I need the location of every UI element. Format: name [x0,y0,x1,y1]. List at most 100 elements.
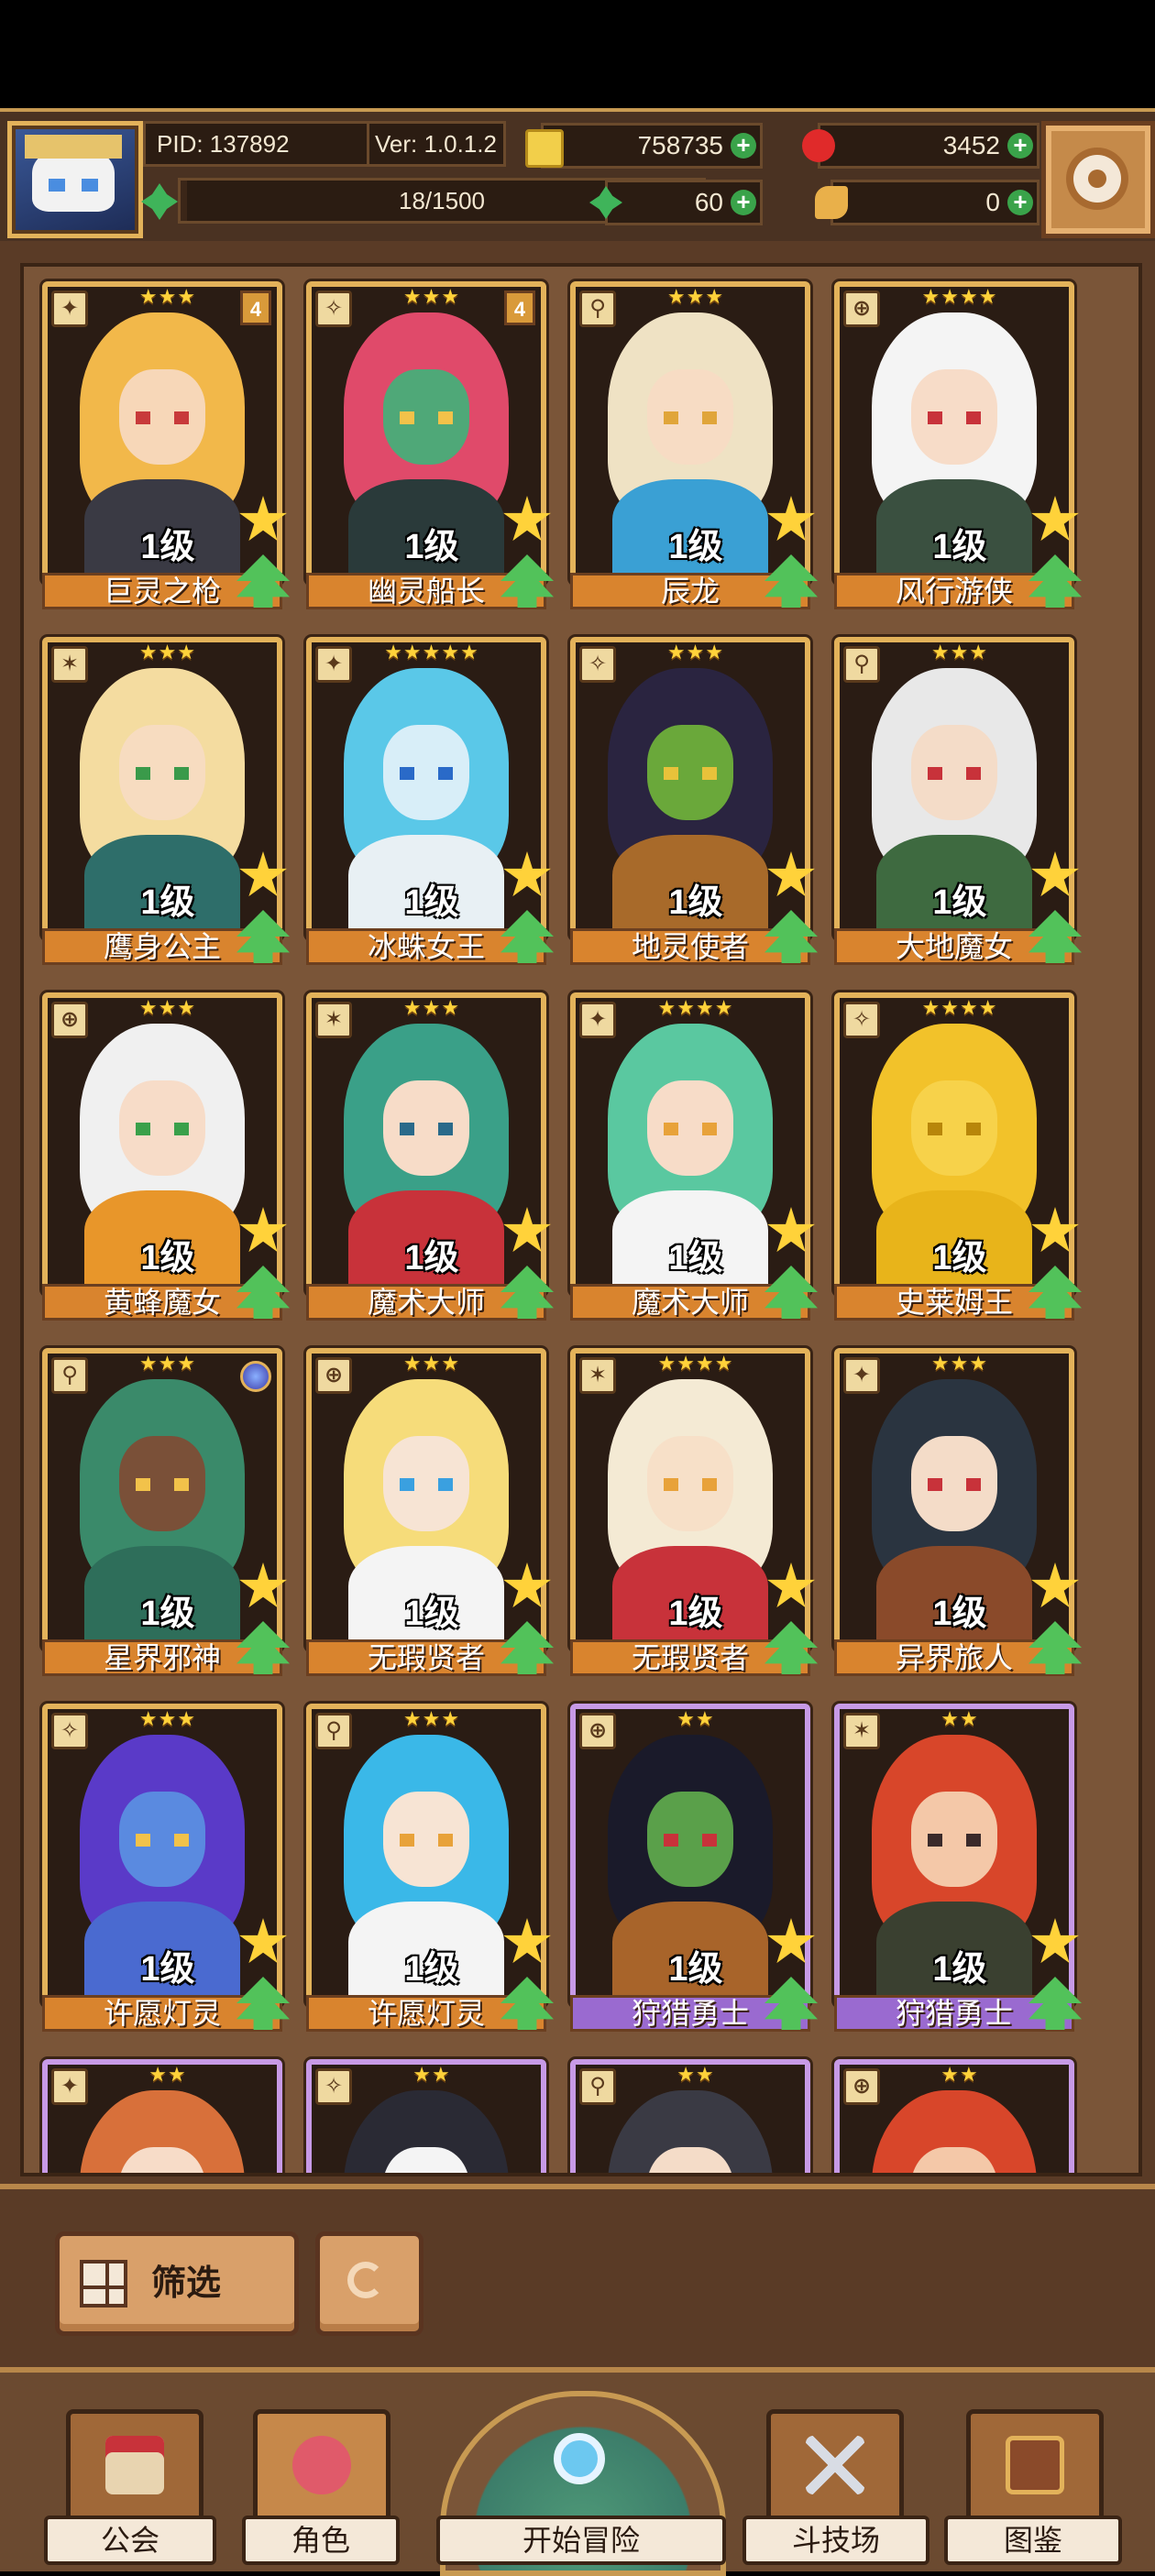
portrait-face [647,725,733,820]
hero-card[interactable]: ✦ ★★★ 4 1级 巨灵之枪 [42,281,290,609]
hero-level: 1级 [668,1239,723,1277]
refresh-button[interactable] [315,2231,424,2336]
hero-card[interactable]: ✧ ★★★ 1级 地灵使者 [570,637,818,965]
hero-level: 1级 [140,528,195,566]
portrait-eye [438,411,453,424]
filter-label: 筛选 [151,2264,222,2303]
hero-card-frame: ✦ ★★★★★ 1级 [306,637,546,939]
nav-label-arena[interactable]: 斗技场 [742,2516,930,2565]
hero-card[interactable]: ✶ ★★★★ 1级 无瑕贤者 [570,1348,818,1676]
hero-level: 1级 [932,1950,987,1989]
portrait-eye [400,1123,414,1135]
portrait-eye [702,1478,717,1491]
hero-card[interactable]: ⊕ ★★★ 1级 黄蜂魔女 [42,992,290,1321]
portrait-eye [928,767,942,780]
portrait-eye [966,767,981,780]
portrait-eye [928,1478,942,1491]
hero-level: 1级 [140,1595,195,1633]
portrait-face [911,1792,997,1887]
nav-label-guild[interactable]: 公会 [44,2516,216,2565]
portrait-eye [966,1834,981,1847]
hero-level: 1级 [140,1950,195,1989]
avatar-eye [49,179,65,192]
hero-card[interactable]: ✦ ★★★★★ 1级 冰蛛女王 [306,637,554,965]
hero-card[interactable]: ✧ ★★★ 4 1级 幽灵船长 [306,281,554,609]
portrait-face [647,369,733,465]
hero-card-frame: ⚲ ★★★ 1级 [834,637,1074,939]
hero-card[interactable]: ⚲ ★★★ 1级 大地魔女 [834,637,1082,965]
hero-rarity-stars: ★★★ [138,996,197,1019]
portrait-eye [702,767,717,780]
portrait-eye [928,1834,942,1847]
hero-level: 1级 [932,528,987,566]
hero-card[interactable]: ⊕ ★★★★ 1级 风行游侠 [834,281,1082,609]
crossed-swords-icon [806,2436,864,2494]
hero-level: 1级 [140,883,195,922]
hero-card[interactable]: ✶ ★★★ 1级 魔术大师 [306,992,554,1321]
hero-card[interactable]: ✦ ★★ [42,2059,282,2173]
hero-rarity-stars: ★★★ [138,641,197,663]
hero-element-orb-icon [240,1361,271,1392]
hero-card[interactable]: ⚲ ★★★ 1级 许愿灯灵 [306,1704,554,2032]
hero-card[interactable]: ✦ ★★★ 1级 异界旅人 [834,1348,1082,1676]
hero-card[interactable]: ✧ ★★ [306,2059,546,2173]
portrait-eye [400,1478,414,1491]
hero-card[interactable]: ⊕ ★★★ 1级 无瑕贤者 [306,1348,554,1676]
hero-card[interactable]: ⚲ ★★★ 1级 星界邪神 [42,1348,290,1676]
portrait-eye [664,1834,678,1847]
hero-card-frame: ⚲ ★★★ 1级 [42,1348,282,1650]
nav-label-adventure[interactable]: 开始冒险 [436,2516,726,2565]
clover-counter: 60 + [589,180,763,225]
settings-button[interactable] [1041,121,1155,238]
hero-card[interactable]: ⚲ ★★ [570,2059,810,2173]
hero-card[interactable]: ✦ ★★★★ 1级 魔术大师 [570,992,818,1321]
add-bread-button[interactable]: + [1007,190,1033,215]
player-avatar[interactable] [7,121,143,238]
hero-card-frame: ✦ ★★★★ 1级 [570,992,810,1295]
hero-card[interactable]: ⚲ ★★★ 1级 辰龙 [570,281,818,609]
hero-level: 1级 [404,1950,459,1989]
add-ruby-button[interactable]: + [1007,133,1033,159]
portrait-face [119,369,205,465]
hero-level: 1级 [932,883,987,922]
portrait-face [647,1436,733,1531]
filter-toolbar: 筛选 [0,2184,1155,2373]
hero-card-frame: ✦ ★★★ 1级 [834,1348,1074,1650]
hero-card[interactable]: ✧ ★★★★ 1级 史莱姆王 [834,992,1082,1321]
hero-grid[interactable]: ✦ ★★★ 4 1级 巨灵之枪 ✧ ★★★ 4 1级 幽灵船长 ⚲ ★★★ 1级… [20,263,1142,2176]
portrait-eye [174,1123,189,1135]
hero-card-frame: ✶ ★★★ 1级 [306,992,546,1295]
portrait-face [911,725,997,820]
portrait-eye [400,767,414,780]
hero-level: 1级 [404,1239,459,1277]
portrait-eye [438,767,453,780]
hero-card[interactable]: ✶ ★★ 1级 狩猎勇士 [834,1704,1082,2032]
filter-grid-icon [80,2260,127,2307]
hero-card-frame: ⚲ ★★★ 1级 [306,1704,546,2006]
hero-card[interactable]: ⊕ ★★ [834,2059,1074,2173]
portrait-eye [702,411,717,424]
portrait-eye [438,1834,453,1847]
filter-button[interactable]: 筛选 [55,2231,299,2336]
hero-card[interactable]: ⊕ ★★ 1级 狩猎勇士 [570,1704,818,2032]
add-clover-button[interactable]: + [731,190,756,215]
nav-label-characters[interactable]: 角色 [242,2516,400,2565]
portrait-face [119,1436,205,1531]
nav-label-codex[interactable]: 图鉴 [944,2516,1122,2565]
portrait-face [383,369,469,465]
refresh-icon [347,2262,384,2298]
hero-rarity-stars: ★★ [412,2063,451,2086]
portrait-face [647,1792,733,1887]
portrait-eye [400,411,414,424]
game-version: Ver: 1.0.1.2 [367,121,506,167]
portrait-eye [136,1834,150,1847]
add-gold-button[interactable]: + [731,133,756,159]
gold-value: 758735 [637,131,723,159]
hero-card[interactable]: ✶ ★★★ 1级 鹰身公主 [42,637,290,965]
player-hud: PID: 137892 Ver: 1.0.1.2 18/1500 758735 … [0,108,1155,250]
portrait-eye [928,1123,942,1135]
portrait-face [911,1436,997,1531]
portrait-eye [400,1834,414,1847]
hero-level: 1级 [404,883,459,922]
hero-card[interactable]: ✧ ★★★ 1级 许愿灯灵 [42,1704,290,2032]
